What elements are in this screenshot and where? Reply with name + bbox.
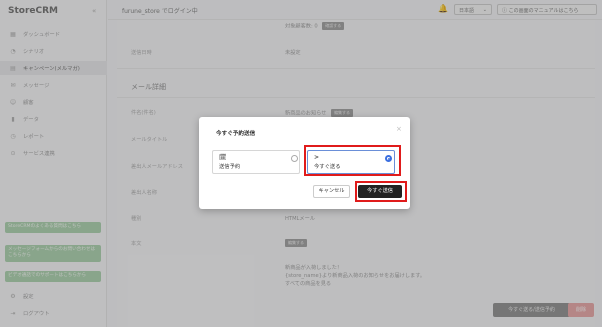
- highlight-send-now-option: [304, 145, 401, 176]
- option-schedule-label: 送信予約: [219, 164, 241, 170]
- highlight-send-now-button: [355, 181, 407, 202]
- dialog-title: 今すぐ予約送信: [216, 131, 256, 137]
- cancel-button[interactable]: キャンセル: [313, 185, 350, 198]
- option-schedule[interactable]: 🗓 送信予約: [212, 150, 300, 174]
- calendar-icon: 🗓: [219, 154, 227, 161]
- close-icon[interactable]: ×: [396, 125, 402, 133]
- radio-schedule[interactable]: [291, 155, 298, 162]
